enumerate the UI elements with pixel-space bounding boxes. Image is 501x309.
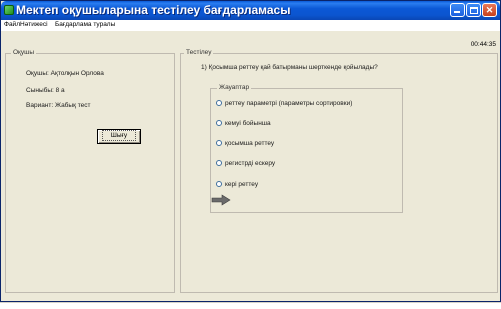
student-name: Оқушы: Ақтолқын Орлова [26, 70, 104, 77]
answers-legend: Жауаптар [217, 84, 252, 91]
student-panel-legend: Оқушы [11, 49, 37, 56]
test-panel: Тестілеу 1) Қосымша реттеу қай батырманы… [180, 49, 498, 293]
radio-button[interactable] [216, 120, 222, 126]
close-icon: ✕ [485, 5, 494, 15]
answer-option-3[interactable]: қосымша реттеу [216, 140, 274, 147]
menu-about[interactable]: Бағдарлама туралы [55, 21, 115, 28]
radio-button[interactable] [216, 160, 222, 166]
radio-button[interactable] [216, 181, 222, 187]
maximize-icon [470, 7, 478, 14]
title-bar[interactable]: Мектеп оқушыларына тестілеу бағдарламасы… [1, 1, 500, 20]
answers-group: Жауаптар реттеу параметрі (параметры сор… [210, 84, 403, 213]
test-variant: Вариант: Жабық тест [26, 102, 91, 109]
student-panel: Оқушы Оқушы: Ақтолқын Орлова Сыныбы: 8 а… [5, 49, 175, 293]
answer-label: қосымша реттеу [225, 140, 275, 147]
answer-option-1[interactable]: реттеу параметрі (параметры сортировки) [216, 100, 352, 107]
menu-file[interactable]: Файл [4, 21, 20, 28]
close-button[interactable]: ✕ [482, 3, 497, 17]
window-title: Мектеп оқушыларына тестілеу бағдарламасы [16, 3, 291, 17]
student-class: Сыныбы: 8 а [26, 87, 65, 94]
answer-label: кемуі бойынша [225, 120, 271, 127]
menu-bar: Файл Нәтижесі Бағдарлама туралы [1, 20, 500, 31]
app-window: Мектеп оқушыларына тестілеу бағдарламасы… [0, 0, 501, 302]
answer-option-2[interactable]: кемуі бойынша [216, 120, 271, 127]
exit-button-label: Шығу [101, 130, 137, 141]
menu-results[interactable]: Нәтижесі [20, 21, 48, 28]
answer-label: реттеу параметрі (параметры сортировки) [225, 100, 353, 107]
answer-option-4[interactable]: регистрді ескеру [216, 160, 275, 167]
maximize-button[interactable] [466, 3, 481, 17]
question-text: 1) Қосымша реттеу қай батырманы шерткенд… [201, 64, 378, 71]
test-panel-legend: Тестілеу [184, 49, 214, 56]
app-icon [4, 5, 14, 15]
minimize-icon [454, 11, 460, 13]
radio-button[interactable] [216, 100, 222, 106]
answer-label: регистрді ескеру [225, 160, 276, 167]
answer-option-5[interactable]: кері реттеу [216, 181, 258, 188]
next-arrow-icon[interactable] [211, 194, 231, 206]
status-bar [0, 302, 501, 309]
timer-display: 00:44:35 [470, 41, 496, 48]
radio-button[interactable] [216, 140, 222, 146]
answer-label: кері реттеу [225, 181, 259, 188]
minimize-button[interactable] [450, 3, 465, 17]
exit-button[interactable]: Шығу [97, 129, 141, 144]
